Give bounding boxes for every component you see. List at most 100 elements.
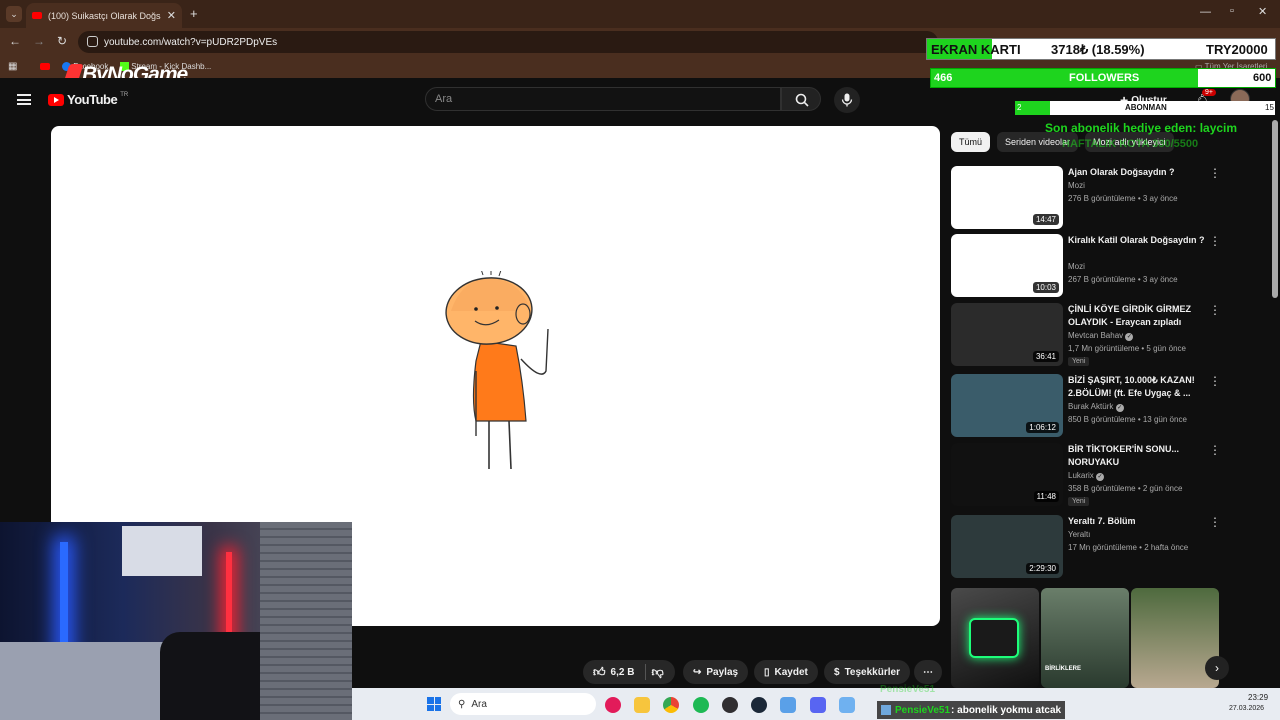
video-title[interactable]: Kiralık Katil Olarak Doğsaydın ? [1068, 234, 1208, 247]
youtube-logo[interactable]: YouTube TR [48, 92, 128, 107]
share-button[interactable]: ↪ Paylaş [683, 660, 749, 684]
view-count: 17 Mn görüntüleme [1068, 543, 1137, 552]
hamburger-menu-icon[interactable] [17, 94, 31, 105]
channel-name[interactable]: Yeraltı [1068, 530, 1090, 539]
like-count[interactable]: 6,2 B [611, 667, 635, 678]
tray-time[interactable]: 23:29 [1248, 693, 1268, 702]
channel-name[interactable]: Lukarix ✓ [1068, 471, 1105, 481]
followers-label: FOLLOWERS [1069, 72, 1140, 84]
view-count: 358 B görüntüleme [1068, 484, 1136, 493]
channel-name[interactable]: Burak Aktürk ✓ [1068, 402, 1124, 412]
video-title[interactable]: Yeraltı 7. Bölüm [1068, 515, 1208, 528]
recommendation-item[interactable]: 11:48 BİR TİKTOKER'İN SONU... NORUYAKU Luk… [951, 443, 1231, 507]
youtube-country: TR [120, 92, 129, 98]
thumbs-down-icon[interactable]: 👎︎ [651, 665, 663, 680]
recommendation-item[interactable]: 1:06:12 BİZİ ŞAŞIRT, 10.000₺ KAZAN! 2.BÖL… [951, 374, 1231, 438]
upload-age: 2 hafta önce [1144, 543, 1189, 552]
discord-icon[interactable] [810, 697, 826, 713]
minimize-icon[interactable]: — [1200, 6, 1211, 18]
video-title[interactable]: BİZİ ŞAŞIRT, 10.000₺ KAZAN! 2.BÖLÜM! (ft… [1068, 374, 1208, 400]
browser-tab-bar: ⌄ (100) Suikastçı Olarak Doğsaydın ✕ + —… [0, 0, 1280, 28]
media-player-icon[interactable] [605, 697, 621, 713]
taskbar-search[interactable]: ⚲ Ara [450, 693, 596, 715]
video-title[interactable]: BİR TİKTOKER'İN SONU... NORUYAKU [1068, 443, 1208, 469]
app-icon[interactable] [839, 697, 855, 713]
gpu-goal-value: 3718₺ (18.59%) [1051, 42, 1145, 57]
short-caption: BİRLİKLERE [1045, 666, 1081, 672]
channel-name[interactable]: Mevtcan Bahav ✓ [1068, 331, 1134, 341]
chip-all[interactable]: Tümü [951, 132, 991, 152]
reload-icon[interactable]: ↻ [57, 34, 67, 48]
close-window-icon[interactable]: ✕ [1258, 5, 1267, 18]
video-thumbnail[interactable]: 36:41 [951, 303, 1063, 366]
short-thumbnail[interactable]: BİRLİKLERE [1041, 588, 1129, 688]
video-thumbnail[interactable]: 11:48 [951, 443, 1063, 506]
video-title[interactable]: Ajan Olarak Doğsaydın ? [1068, 166, 1208, 179]
windows-start-icon[interactable] [427, 697, 441, 711]
spotify-icon[interactable] [693, 697, 709, 713]
more-vertical-icon[interactable]: ⋮ [1209, 166, 1221, 180]
cartoon-character-illustration [445, 271, 549, 470]
video-title[interactable]: ÇİNLİ KÖYE GİRDİK GİRMEZ OLAYDIK - Erayc… [1068, 303, 1208, 329]
chat-avatar-icon [881, 705, 891, 715]
video-duration: 14:47 [1032, 214, 1059, 225]
more-vertical-icon[interactable]: ⋮ [1209, 303, 1221, 317]
search-input[interactable]: Ara [425, 87, 781, 111]
chrome-icon[interactable] [663, 697, 679, 713]
youtube-bookmark-icon[interactable] [40, 63, 50, 70]
channel-name-text: Mevtcan Bahav [1068, 331, 1124, 340]
video-thumbnail[interactable]: 10:03 [951, 234, 1063, 297]
more-vertical-icon[interactable]: ⋮ [1209, 234, 1221, 248]
maximize-icon[interactable]: ▫ [1230, 5, 1234, 17]
webcam-poster [122, 526, 202, 576]
more-actions-button[interactable]: ⋯ [914, 660, 942, 684]
view-count: 850 B görüntüleme [1068, 415, 1136, 424]
channel-name-text: Mozi [1068, 262, 1085, 271]
site-info-icon[interactable] [87, 36, 98, 47]
subscriber-label: ABONMAN [1125, 103, 1167, 112]
recommendation-item[interactable]: 10:03 Kiralık Katil Olarak Doğsaydın ? Moz… [951, 234, 1231, 298]
channel-name-text: Burak Aktürk [1068, 402, 1114, 411]
forward-icon[interactable]: → [33, 34, 45, 48]
browser-tab-active[interactable]: (100) Suikastçı Olarak Doğsaydın ✕ [26, 3, 182, 28]
close-tab-icon[interactable]: ✕ [167, 9, 176, 22]
video-thumbnail[interactable]: 14:47 [951, 166, 1063, 229]
steam-icon[interactable] [751, 697, 767, 713]
new-tab-icon[interactable]: + [190, 6, 198, 21]
more-vertical-icon[interactable]: ⋮ [1209, 374, 1221, 388]
video-thumbnail[interactable]: 2:29:30 [951, 515, 1063, 578]
short-thumbnail[interactable] [951, 588, 1039, 688]
thumbs-up-icon[interactable]: 👍︎ [593, 665, 606, 680]
tray-date[interactable]: 27.03.2026 [1229, 705, 1264, 712]
taskbar-search-label: Ara [471, 698, 487, 710]
save-button[interactable]: ▯ Kaydet [754, 660, 818, 684]
chat-username: PensieVe51 [895, 704, 951, 716]
more-vertical-icon[interactable]: ⋮ [1209, 443, 1221, 457]
search-placeholder: Ara [435, 93, 453, 105]
app-icon[interactable] [780, 697, 796, 713]
youtube-favicon-icon [32, 12, 42, 19]
recommendation-item[interactable]: 2:29:30 Yeraltı 7. Bölüm Yeraltı 17 Mn görü… [951, 515, 1231, 579]
thanks-button[interactable]: $ Teşekkürler [824, 660, 910, 684]
video-meta: 276 B görüntüleme • 3 ay önce [1068, 194, 1178, 203]
video-thumbnail[interactable]: 1:06:12 [951, 374, 1063, 437]
youtube-wordmark: YouTube [67, 92, 118, 107]
new-badge: Yeni [1068, 497, 1090, 506]
channel-name[interactable]: Mozi [1068, 181, 1085, 190]
apps-icon[interactable]: ▦ [8, 61, 17, 72]
recommendation-item[interactable]: 14:47 Ajan Olarak Doğsaydın ? Mozi 276 B gö… [951, 166, 1231, 230]
tab-list-chevron-icon[interactable]: ⌄ [6, 6, 22, 22]
recommendation-item[interactable]: 36:41 ÇİNLİ KÖYE GİRDİK GİRMEZ OLAYDIK - … [951, 303, 1231, 367]
upload-age: 13 gün önce [1142, 415, 1187, 424]
page-scrollbar[interactable] [1272, 120, 1278, 298]
channel-name[interactable]: Mozi [1068, 262, 1085, 271]
address-bar[interactable]: youtube.com/watch?v=pUDR2PDpVEs [78, 31, 938, 53]
obs-icon[interactable] [722, 697, 738, 713]
search-button[interactable] [781, 87, 821, 111]
file-explorer-icon[interactable] [634, 697, 650, 713]
more-vertical-icon[interactable]: ⋮ [1209, 515, 1221, 529]
back-icon[interactable]: ← [9, 34, 21, 48]
voice-search-button[interactable] [834, 87, 860, 113]
next-shorts-button[interactable]: › [1205, 656, 1229, 680]
verified-icon: ✓ [1096, 473, 1105, 481]
